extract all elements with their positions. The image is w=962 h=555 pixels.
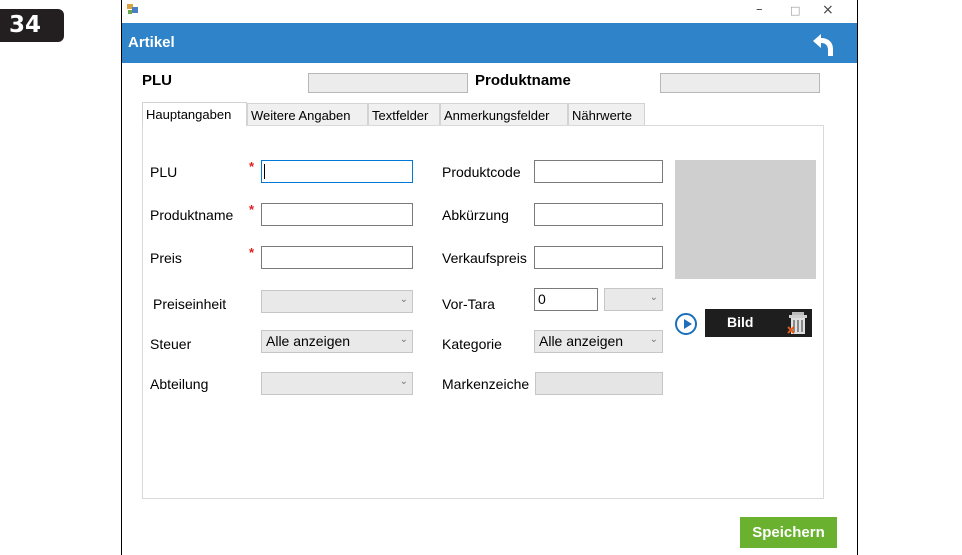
- vortara-unit-select[interactable]: ⌄: [604, 288, 663, 311]
- chevron-down-icon: ⌄: [399, 376, 408, 387]
- text-caret: [264, 164, 265, 179]
- page-title: Artikel: [128, 34, 175, 51]
- markenzeichen-field: [535, 372, 663, 395]
- abteilung-label: Abteilung: [150, 376, 209, 392]
- tab-textfelder[interactable]: Textfelder: [368, 103, 440, 126]
- tab-weitere-angaben[interactable]: Weitere Angaben: [247, 103, 368, 126]
- kategorie-select-value: Alle anzeigen: [539, 333, 624, 349]
- trash-icon[interactable]: [787, 311, 809, 335]
- tab-anmerkungsfelder[interactable]: Anmerkungsfelder: [440, 103, 568, 126]
- steuer-select[interactable]: Alle anzeigen ⌄: [261, 330, 413, 353]
- bild-button-label: Bild: [727, 314, 754, 330]
- app-icon: [127, 4, 138, 14]
- kategorie-label: Kategorie: [442, 336, 502, 352]
- top-produktname-label: Produktname: [475, 72, 571, 89]
- steuer-label: Steuer: [150, 336, 192, 352]
- header-bar: Artikel: [122, 23, 857, 63]
- tab-naehrwerte[interactable]: Nährwerte: [568, 103, 645, 126]
- steuer-select-value: Alle anzeigen: [266, 333, 351, 349]
- verkaufspreis-input[interactable]: [534, 246, 663, 269]
- vortara-label: Vor-Tara: [442, 296, 495, 312]
- back-arrow-icon[interactable]: [808, 28, 838, 58]
- produktname-label: Produktname: [150, 207, 234, 223]
- bild-button[interactable]: Bild: [705, 309, 812, 337]
- artikel-window: – □ × Artikel PLU Produktname Hauptangab…: [122, 0, 857, 555]
- abkuerzung-input[interactable]: [534, 203, 663, 226]
- chevron-down-icon: ⌄: [399, 334, 408, 345]
- save-button[interactable]: Speichern: [740, 517, 837, 548]
- top-produktname-field: [660, 73, 820, 93]
- chevron-down-icon: ⌄: [399, 294, 408, 305]
- produktname-input[interactable]: [261, 203, 413, 226]
- plu-label: PLU: [150, 164, 178, 180]
- produktcode-label: Produktcode: [442, 164, 521, 180]
- vortara-input[interactable]: 0: [534, 288, 598, 311]
- page-border-right: [857, 0, 858, 555]
- kategorie-select[interactable]: Alle anzeigen ⌄: [534, 330, 663, 353]
- chevron-down-icon: ⌄: [649, 334, 658, 345]
- produktname-required-mark: *: [249, 202, 255, 217]
- page-number-badge: 34: [0, 9, 64, 42]
- chevron-down-icon: ⌄: [649, 292, 658, 303]
- preiseinheit-label: Preiseinheit: [153, 296, 227, 312]
- abteilung-select[interactable]: ⌄: [261, 372, 413, 395]
- preiseinheit-select[interactable]: ⌄: [261, 290, 413, 313]
- product-image-placeholder[interactable]: [675, 160, 816, 279]
- minimize-button[interactable]: –: [756, 2, 763, 17]
- plu-required-mark: *: [249, 159, 255, 174]
- preis-input[interactable]: [261, 246, 413, 269]
- preis-label: Preis: [150, 250, 182, 266]
- top-plu-field: [308, 73, 468, 93]
- plu-input[interactable]: [261, 160, 413, 183]
- abkuerzung-label: Abkürzung: [442, 207, 509, 223]
- markenzeichen-label: Markenzeiche: [442, 376, 530, 392]
- verkaufspreis-label: Verkaufspreis: [442, 250, 527, 266]
- produktcode-input[interactable]: [534, 160, 663, 183]
- maximize-button[interactable]: □: [790, 4, 800, 17]
- close-button[interactable]: ×: [822, 2, 834, 18]
- preis-required-mark: *: [249, 245, 255, 260]
- tab-hauptangaben[interactable]: Hauptangaben: [142, 102, 247, 126]
- play-icon[interactable]: [675, 313, 697, 335]
- window-titlebar: – □ ×: [122, 0, 857, 23]
- top-plu-label: PLU: [142, 72, 172, 89]
